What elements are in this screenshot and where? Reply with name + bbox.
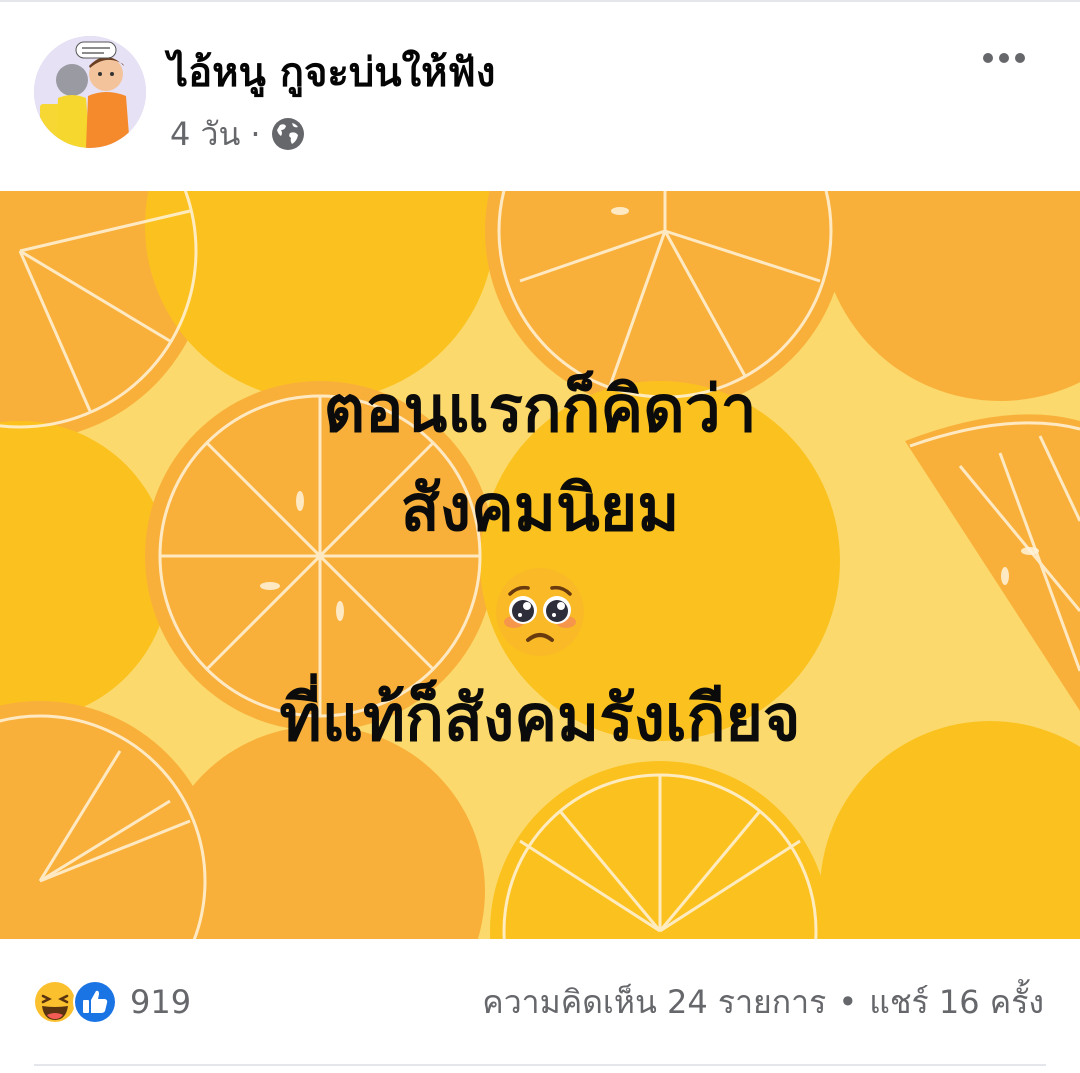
- reactions-summary[interactable]: 919: [32, 978, 191, 1026]
- post-line-2: สังคมนิยม: [400, 472, 680, 547]
- comments-count-link[interactable]: ความคิดเห็น 24 รายการ: [482, 977, 826, 1028]
- page-avatar[interactable]: [34, 36, 146, 148]
- pleading-face-emoji-icon: [496, 567, 584, 656]
- footer-divider: [34, 1064, 1046, 1066]
- post-line-3: ที่แท้ก็สังคมรังเกียจ: [279, 681, 801, 756]
- post-header: ไอ้หนู กูจะบ่นให้ฟัง 4 วัน ·: [0, 0, 1080, 190]
- engagement-stats: ความคิดเห็น 24 รายการ • แชร์ 16 ครั้ง: [482, 978, 1044, 1026]
- post-text-block: ตอนแรกก็คิดว่า สังคมนิยม ที่แท้ก็สังคมรั…: [0, 191, 1080, 939]
- post-line-1: ตอนแรกก็คิดว่า: [323, 373, 757, 448]
- meta-separator: ·: [250, 115, 261, 153]
- stats-separator: •: [838, 983, 858, 1021]
- post-meta: 4 วัน ·: [170, 112, 305, 156]
- post-timestamp[interactable]: 4 วัน: [170, 109, 240, 160]
- avatar-illustration-icon: [34, 36, 146, 148]
- globe-icon[interactable]: [271, 117, 305, 151]
- post-image[interactable]: ตอนแรกก็คิดว่า สังคมนิยม ที่แท้ก็สังคมรั…: [0, 191, 1080, 939]
- like-reaction-icon: [73, 980, 117, 1024]
- shares-count-link[interactable]: แชร์ 16 ครั้ง: [869, 977, 1044, 1028]
- author-name[interactable]: ไอ้หนู กูจะบ่นให้ฟัง: [168, 40, 495, 104]
- more-options-button[interactable]: [968, 34, 1040, 82]
- more-horizontal-icon: [983, 53, 993, 63]
- reaction-count: 919: [130, 983, 192, 1021]
